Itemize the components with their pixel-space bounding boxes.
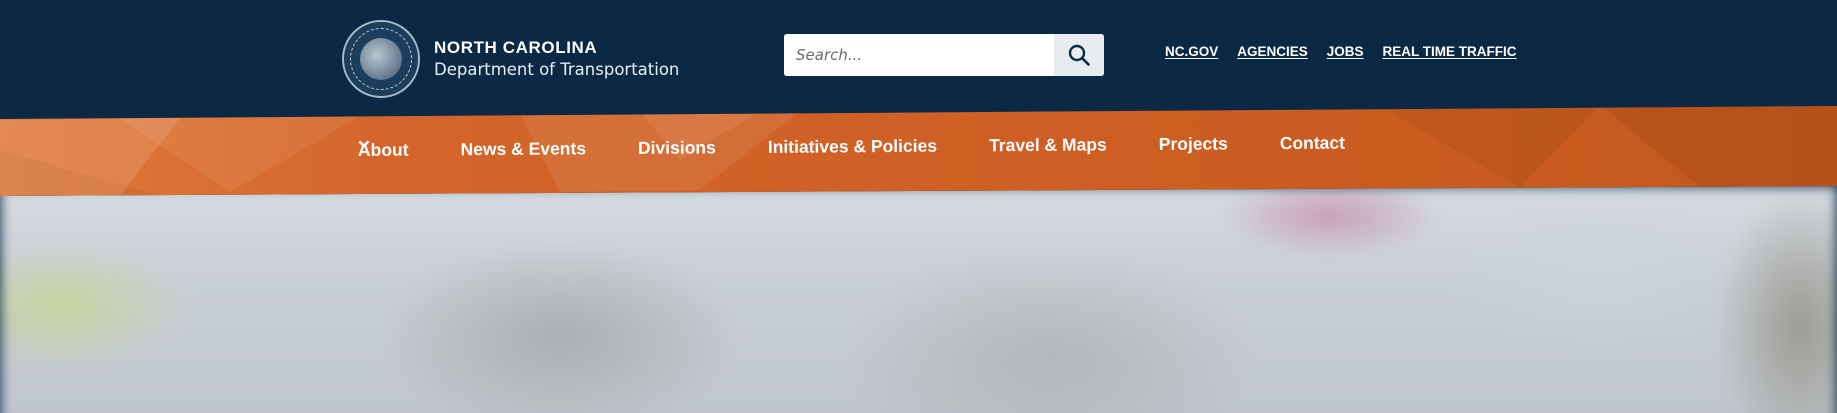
nav-item-label: Travel & Maps [988,134,1107,156]
brand-text: NORTH CAROLINA Department of Transportat… [434,37,679,81]
nav-item-label: Contact [1279,132,1346,154]
brand-subtitle: Department of Transportation [434,60,680,79]
nav-item-label: News & Events [460,138,587,160]
nav-item-label: Initiatives & Policies [767,135,938,157]
nav-item-projects[interactable]: Projects [358,133,1236,155]
site-header: NORTH CAROLINA Department of Transportat… [0,0,1837,120]
brand-title: NORTH CAROLINA [434,38,598,57]
search-icon [1068,44,1090,66]
nav-item-news-events[interactable]: News & Events [358,138,594,160]
utility-link-jobs[interactable]: JOBS [1327,44,1364,59]
hero-image [0,186,1837,413]
nav-item-label: Projects [1158,133,1228,154]
home-logo-link[interactable]: NORTH CAROLINA Department of Transportat… [342,20,679,98]
utility-link-agencies[interactable]: AGENCIES [1237,44,1308,59]
search-button[interactable] [1054,34,1104,76]
search-input[interactable] [784,34,1054,76]
utility-nav: NC.GOV AGENCIES JOBS REAL TIME TRAFFIC [1165,44,1536,59]
utility-link-real-time-traffic[interactable]: REAL TIME TRAFFIC [1383,44,1517,59]
nav-item-label: Divisions [637,137,716,158]
nav-item-divisions[interactable]: Divisions [358,137,724,159]
nc-state-seal-icon [342,20,420,98]
nav-item-initiatives-policies[interactable]: Initiatives & Policies [358,135,945,158]
nav-item-travel-maps[interactable]: Travel & Maps [358,134,1115,156]
nav-item-contact[interactable]: Contact [1280,133,1345,154]
utility-link-ncgov[interactable]: NC.GOV [1165,44,1218,59]
search-form [784,34,1104,76]
